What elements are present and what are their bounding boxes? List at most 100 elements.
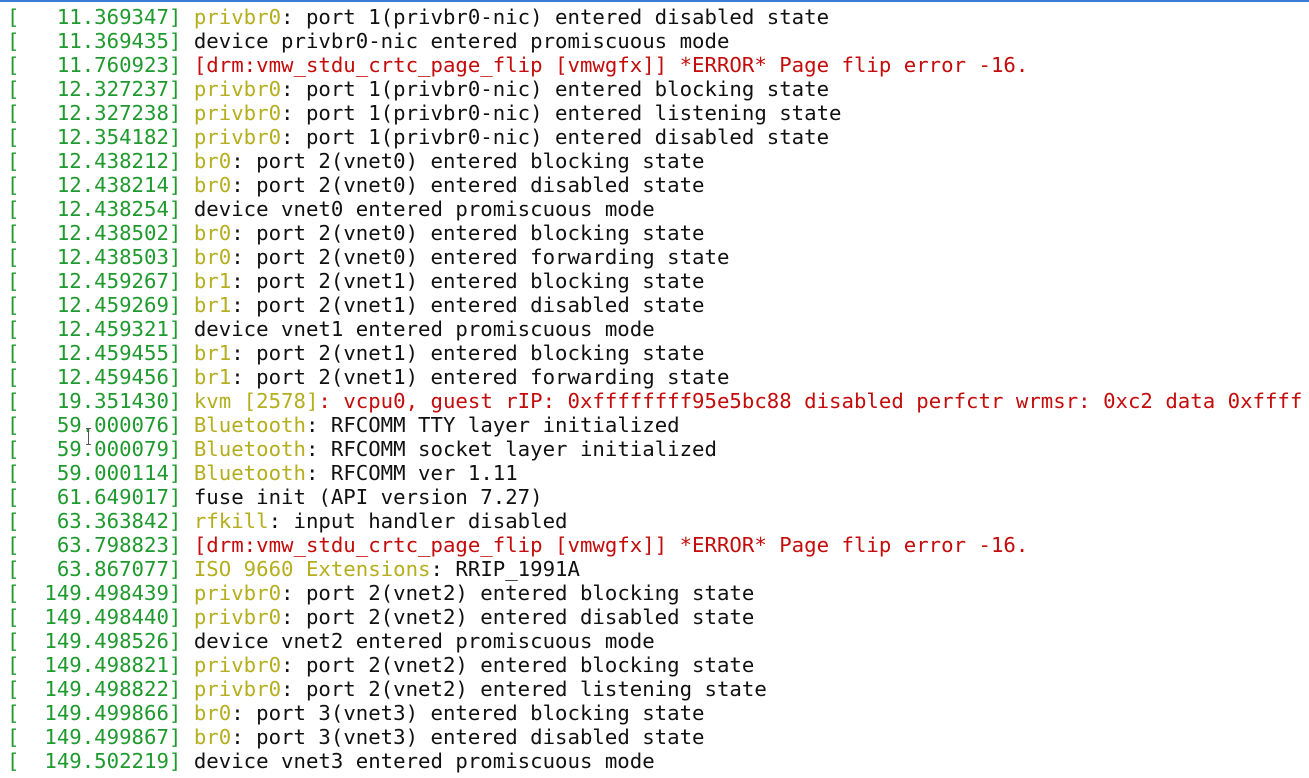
log-timestamp: [ 59.000076]	[7, 413, 182, 437]
log-message: device privbr0-nic entered promiscuous m…	[193, 29, 730, 53]
log-message: : port 2(vnet2) entered disabled state	[281, 605, 755, 629]
log-message: : port 1(privbr0-nic) entered disabled s…	[281, 125, 830, 149]
log-line: [ 12.438254] device vnet0 entered promis…	[7, 197, 1302, 221]
log-line: [ 12.438214] br0: port 2(vnet0) entered …	[7, 173, 1302, 197]
log-message: : port 2(vnet1) entered disabled state	[231, 293, 705, 317]
log-message: fuse init (API version 7.27)	[193, 485, 543, 509]
log-line: [ 59.000114] Bluetooth: RFCOMM ver 1.11	[7, 461, 1302, 485]
log-timestamp: [ 12.459269]	[7, 293, 182, 317]
log-timestamp: [ 59.000079]	[7, 437, 182, 461]
log-message: : port 1(privbr0-nic) entered disabled s…	[281, 5, 830, 29]
log-message: : port 1(privbr0-nic) entered blocking s…	[281, 77, 830, 101]
terminal-output[interactable]: [ 11.369347] privbr0: port 1(privbr0-nic…	[7, 5, 1302, 773]
log-line: [ 12.327238] privbr0: port 1(privbr0-nic…	[7, 101, 1302, 125]
log-line: [ 12.354182] privbr0: port 1(privbr0-nic…	[7, 125, 1302, 149]
log-subsystem: br1	[193, 269, 232, 293]
log-line: [ 149.498526] device vnet2 entered promi…	[7, 629, 1302, 653]
log-subsystem: br0	[193, 725, 232, 749]
log-timestamp: [ 149.498821]	[7, 653, 182, 677]
log-message: : port 3(vnet3) entered blocking state	[231, 701, 705, 725]
log-subsystem: privbr0	[193, 581, 282, 605]
log-subsystem: privbr0	[193, 125, 282, 149]
log-line: [ 11.369347] privbr0: port 1(privbr0-nic…	[7, 5, 1302, 29]
log-message: : port 2(vnet0) entered disabled state	[231, 173, 705, 197]
log-line: [ 149.498822] privbr0: port 2(vnet2) ent…	[7, 677, 1302, 701]
log-timestamp: [ 149.499867]	[7, 725, 182, 749]
log-subsystem: privbr0	[193, 605, 282, 629]
log-line: [ 19.351430] kvm [2578]: vcpu0, guest rI…	[7, 389, 1302, 413]
log-message: device vnet3 entered promiscuous mode	[193, 749, 655, 773]
log-subsystem: br0	[193, 221, 232, 245]
log-timestamp: [ 149.498526]	[7, 629, 182, 653]
log-timestamp: [ 12.354182]	[7, 125, 182, 149]
log-message: : RRIP_1991A	[430, 557, 580, 581]
log-line: [ 12.438502] br0: port 2(vnet0) entered …	[7, 221, 1302, 245]
log-timestamp: [ 19.351430]	[7, 389, 182, 413]
log-subsystem: br1	[193, 365, 232, 389]
log-subsystem: rfkill	[193, 509, 269, 533]
log-message: : RFCOMM ver 1.11	[305, 461, 518, 485]
text-cursor-icon	[86, 428, 92, 445]
log-timestamp: [ 12.459455]	[7, 341, 182, 365]
log-line: [ 12.459267] br1: port 2(vnet1) entered …	[7, 269, 1302, 293]
log-subsystem: kvm [2578]	[193, 389, 319, 413]
log-message: : port 2(vnet2) entered blocking state	[281, 653, 755, 677]
log-line: [ 61.649017] fuse init (API version 7.27…	[7, 485, 1302, 509]
log-timestamp: [ 12.438254]	[7, 197, 182, 221]
log-line: [ 12.459455] br1: port 2(vnet1) entered …	[7, 341, 1302, 365]
log-line: [ 12.327237] privbr0: port 1(privbr0-nic…	[7, 77, 1302, 101]
log-line: [ 149.502219] device vnet3 entered promi…	[7, 749, 1302, 773]
log-timestamp: [ 12.459321]	[7, 317, 182, 341]
log-error-message: : vcpu0, guest rIP: 0xffffffff95e5bc88 d…	[318, 389, 1303, 413]
log-timestamp: [ 63.363842]	[7, 509, 182, 533]
log-message: : input handler disabled	[268, 509, 568, 533]
log-timestamp: [ 12.438214]	[7, 173, 182, 197]
log-line: [ 12.438503] br0: port 2(vnet0) entered …	[7, 245, 1302, 269]
log-message: device vnet0 entered promiscuous mode	[193, 197, 655, 221]
log-message: : port 2(vnet1) entered blocking state	[231, 269, 705, 293]
log-timestamp: [ 12.459267]	[7, 269, 182, 293]
log-line: [ 63.798823] [drm:vmw_stdu_crtc_page_fli…	[7, 533, 1302, 557]
log-timestamp: [ 12.327237]	[7, 77, 182, 101]
log-subsystem: privbr0	[193, 653, 282, 677]
log-subsystem: br0	[193, 173, 232, 197]
log-line: [ 149.498439] privbr0: port 2(vnet2) ent…	[7, 581, 1302, 605]
log-subsystem: privbr0	[193, 101, 282, 125]
log-timestamp: [ 12.438212]	[7, 149, 182, 173]
log-timestamp: [ 11.369347]	[7, 5, 182, 29]
log-subsystem: privbr0	[193, 77, 282, 101]
log-line: [ 149.498821] privbr0: port 2(vnet2) ent…	[7, 653, 1302, 677]
log-subsystem: Bluetooth	[193, 437, 306, 461]
log-subsystem: br0	[193, 701, 232, 725]
log-timestamp: [ 149.498822]	[7, 677, 182, 701]
log-timestamp: [ 11.369435]	[7, 29, 182, 53]
log-line: [ 12.459456] br1: port 2(vnet1) entered …	[7, 365, 1302, 389]
log-message: : port 2(vnet2) entered listening state	[281, 677, 767, 701]
log-subsystem: privbr0	[193, 5, 282, 29]
log-line: [ 63.363842] rfkill: input handler disab…	[7, 509, 1302, 533]
log-subsystem: br0	[193, 149, 232, 173]
log-timestamp: [ 63.798823]	[7, 533, 182, 557]
log-line: [ 12.459269] br1: port 2(vnet1) entered …	[7, 293, 1302, 317]
log-timestamp: [ 63.867077]	[7, 557, 182, 581]
log-line: [ 149.499867] br0: port 3(vnet3) entered…	[7, 725, 1302, 749]
log-message: : port 2(vnet0) entered forwarding state	[231, 245, 730, 269]
log-line: [ 149.499866] br0: port 3(vnet3) entered…	[7, 701, 1302, 725]
log-message: : port 2(vnet0) entered blocking state	[231, 221, 705, 245]
log-message: : port 2(vnet0) entered blocking state	[231, 149, 705, 173]
log-timestamp: [ 12.438502]	[7, 221, 182, 245]
log-line: [ 12.459321] device vnet1 entered promis…	[7, 317, 1302, 341]
log-line: [ 11.760923] [drm:vmw_stdu_crtc_page_fli…	[7, 53, 1302, 77]
log-error-message: [drm:vmw_stdu_crtc_page_flip [vmwgfx]] *…	[193, 53, 1029, 77]
log-timestamp: [ 149.498440]	[7, 605, 182, 629]
log-subsystem: ISO 9660 Extensions	[193, 557, 431, 581]
log-message: : port 2(vnet1) entered forwarding state	[231, 365, 730, 389]
log-subsystem: br1	[193, 293, 232, 317]
log-message: : port 3(vnet3) entered disabled state	[231, 725, 705, 749]
log-error-message: [drm:vmw_stdu_crtc_page_flip [vmwgfx]] *…	[193, 533, 1029, 557]
log-timestamp: [ 59.000114]	[7, 461, 182, 485]
log-line: [ 63.867077] ISO 9660 Extensions: RRIP_1…	[7, 557, 1302, 581]
log-subsystem: Bluetooth	[193, 413, 306, 437]
log-timestamp: [ 11.760923]	[7, 53, 182, 77]
log-message: : RFCOMM TTY layer initialized	[305, 413, 680, 437]
